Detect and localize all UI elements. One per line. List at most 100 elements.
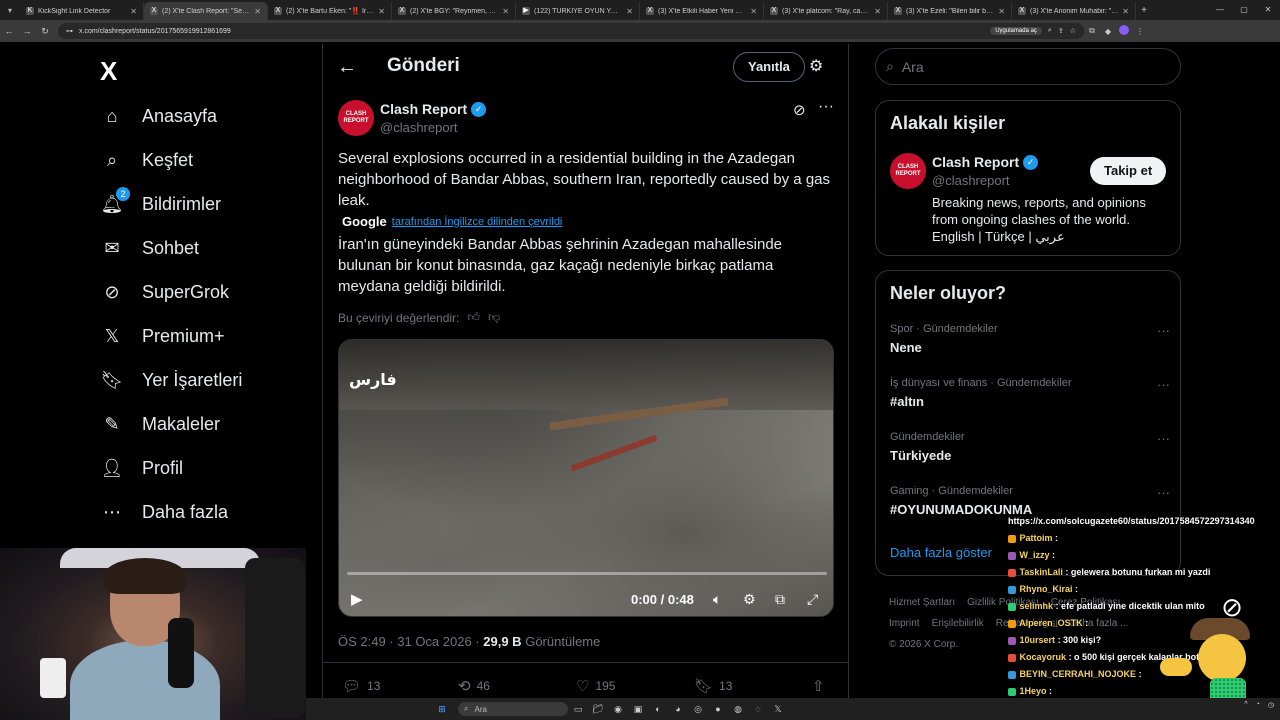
avatar[interactable]: CLASH REPORT (890, 153, 926, 189)
video-progress-bar[interactable] (347, 572, 827, 575)
browser-tab[interactable]: X (3) X'te Etkili Haber Yeni Sayfa ✕ (640, 2, 764, 20)
footer-link[interactable]: Erişilebilirlik (932, 618, 984, 629)
avatar[interactable]: CLASH REPORT (338, 100, 374, 136)
taskbar-search[interactable]: ⌕ Ara (458, 702, 568, 716)
author-handle[interactable]: @clashreport (380, 120, 458, 135)
clock-icon[interactable]: ◷ (1268, 701, 1274, 709)
footer-link[interactable]: Imprint (889, 618, 920, 629)
back-icon[interactable]: ← (0, 26, 18, 36)
nav-item-bell[interactable]: 🔔︎ 2 Bildirimler (100, 182, 221, 226)
trend-item[interactable]: Gündemdekiler Türkiyede ··· (890, 431, 1170, 463)
browser-tab[interactable]: X (3) X'te Ezeli: "Bilen bilir bu olay ✕ (888, 2, 1012, 20)
browser-tab[interactable]: X (2) X'te Bartu Eken: "‼️ İran Be ✕ (268, 2, 392, 20)
tab-close-icon[interactable]: ✕ (378, 7, 385, 16)
tab-close-icon[interactable]: ✕ (626, 7, 633, 16)
open-in-app-badge[interactable]: Uygulamada aç (990, 27, 1042, 35)
related-name[interactable]: Clash Report ✓ (932, 154, 1039, 170)
sliders-icon[interactable]: ⚙ (809, 56, 823, 76)
tab-close-icon[interactable]: ✕ (874, 7, 881, 16)
nav-item-mail[interactable]: ✉ Sohbet (100, 226, 199, 270)
like-action[interactable]: ♡ 195 (576, 677, 615, 695)
discord-icon[interactable]: ◕ (670, 702, 686, 716)
author-name[interactable]: Clash Report ✓ (380, 101, 487, 117)
network-icon[interactable]: ◔ (1256, 701, 1260, 709)
tab-close-icon[interactable]: ✕ (998, 7, 1005, 16)
extensions-icon[interactable]: ⧉ (1084, 26, 1100, 36)
nav-item-x[interactable]: 𝕏 Premium+ (100, 314, 225, 358)
related-handle[interactable]: @clashreport (932, 173, 1010, 188)
tab-close-icon[interactable]: ✕ (254, 7, 261, 16)
edge-icon[interactable]: ◐ (650, 702, 666, 716)
reply-action[interactable]: 💬︎ 13 (342, 677, 380, 695)
chrome-icon[interactable]: ◉ (610, 702, 626, 716)
play-icon[interactable]: ▶ (351, 590, 363, 608)
nav-item-home[interactable]: ⌂ Anasayfa (100, 94, 218, 138)
tab-close-icon[interactable]: ✕ (750, 7, 757, 16)
thumbs-down-icon[interactable]: 👎︎ (488, 310, 500, 325)
forward-icon[interactable]: → (18, 26, 36, 36)
share-icon[interactable]: ⇪ (1058, 27, 1064, 35)
back-arrow-icon[interactable]: ← (337, 56, 357, 79)
more-options-icon[interactable]: ··· (1157, 323, 1170, 338)
explorer-icon[interactable]: 📁︎ (590, 702, 606, 716)
windows-start-icon[interactable]: ⊞ (434, 702, 450, 716)
folder-icon[interactable]: ▣ (630, 702, 646, 716)
more-options-icon[interactable]: ··· (1157, 377, 1170, 392)
browser-tab[interactable]: X (2) X'te BGY: "Reynmen, Çakal ve ✕ (392, 2, 516, 20)
more-options-icon[interactable]: ··· (1157, 485, 1170, 500)
share-action[interactable]: ⇧ (812, 677, 825, 695)
browser-menu-icon[interactable]: ⋮ (1132, 27, 1148, 36)
trend-item[interactable]: İş dünyası ve finans · Gündemdekiler #al… (890, 377, 1170, 409)
volume-icon[interactable]: 🔈︎ (713, 591, 721, 608)
tray-chevron-icon[interactable]: ^ (1244, 701, 1247, 709)
tab-close-icon[interactable]: ✕ (1122, 7, 1129, 16)
nav-item-search[interactable]: ⌕ Keşfet (100, 138, 193, 182)
tab-close-icon[interactable]: ✕ (130, 7, 137, 16)
picture-in-picture-icon[interactable]: ⧉ (775, 591, 785, 608)
browser-tab[interactable]: X (3) X'te platcom: "Ray, canlı yay ✕ (764, 2, 888, 20)
site-info-icon[interactable]: ⊶ (66, 27, 73, 35)
search-input[interactable]: ⌕ Ara (875, 48, 1181, 85)
new-tab-button[interactable]: + (1136, 5, 1152, 16)
post-time[interactable]: ÖS 2:49 · 31 Oca 2026 · (338, 634, 480, 649)
nav-item-grok[interactable]: ⊘ SuperGrok (100, 270, 229, 314)
task-view-icon[interactable]: ▭ (570, 702, 586, 716)
zoom-icon[interactable]: ⌕ (1048, 27, 1052, 35)
spotify-icon[interactable]: ● (710, 702, 726, 716)
browser-tab[interactable]: ▶ (122) TÜRKİYE OYUN YASAKLA ✕ (516, 2, 640, 20)
footer-link[interactable]: © 2026 X Corp. (889, 639, 958, 650)
more-options-icon[interactable]: ··· (818, 98, 834, 116)
reload-icon[interactable]: ↻ (36, 26, 54, 37)
extension-purple-icon[interactable]: ◆ (1100, 27, 1116, 36)
app-icon[interactable]: ◍ (730, 702, 746, 716)
reply-button[interactable]: Yanıtla (733, 52, 805, 82)
translation-link[interactable]: tarafından İngilizce dilinden çevrildi (392, 216, 563, 228)
x-logo[interactable]: X (100, 56, 117, 87)
close-window-icon[interactable]: ✕ (1256, 0, 1280, 20)
minimize-icon[interactable]: — (1208, 0, 1232, 20)
browser-tab[interactable]: X (3) X'te Anonim Muhabir: "Kız o ✕ (1012, 2, 1136, 20)
system-tray[interactable]: ^ ◔ ◷ (1244, 701, 1274, 709)
maximize-icon[interactable]: ▢ (1232, 0, 1256, 20)
trend-item[interactable]: Spor · Gündemdekiler Nene ··· (890, 323, 1170, 355)
video-player[interactable]: فارس ▶ 0:00 / 0:48 🔈︎ ⚙ ⧉ ⤢ (338, 339, 834, 617)
footer-link[interactable]: Hizmet Şartları (889, 597, 955, 608)
nav-item-bookmark[interactable]: 🔖︎ Yer İşaretleri (100, 358, 243, 402)
bookmark-action[interactable]: 🔖︎ 13 (694, 677, 732, 695)
tab-close-icon[interactable]: ✕ (502, 7, 509, 16)
star-icon[interactable]: ☆ (1070, 27, 1076, 35)
nav-item-profile[interactable]: 👤︎ Profil (100, 446, 183, 490)
nav-item-article[interactable]: ✎ Makaleler (100, 402, 220, 446)
browser-tab[interactable]: K KickSight Link Detector ✕ (20, 2, 144, 20)
profile-avatar[interactable] (1116, 25, 1132, 37)
thumbs-up-icon[interactable]: 👍︎ (467, 310, 480, 325)
nav-item-more-circle[interactable]: ⋯ Daha fazla (100, 490, 228, 534)
show-more-link[interactable]: Daha fazla göster (890, 545, 992, 560)
settings-gear-icon[interactable]: ⚙ (743, 591, 756, 608)
repost-action[interactable]: ⟲ 46 (458, 677, 490, 695)
grok-icon[interactable]: ⊘ (793, 101, 806, 119)
tab-search-icon[interactable]: ▾ (0, 0, 20, 20)
more-options-icon[interactable]: ··· (1157, 431, 1170, 446)
obs-icon[interactable]: ◌ (750, 702, 766, 716)
x-app-icon[interactable]: 𝕏 (770, 702, 786, 716)
